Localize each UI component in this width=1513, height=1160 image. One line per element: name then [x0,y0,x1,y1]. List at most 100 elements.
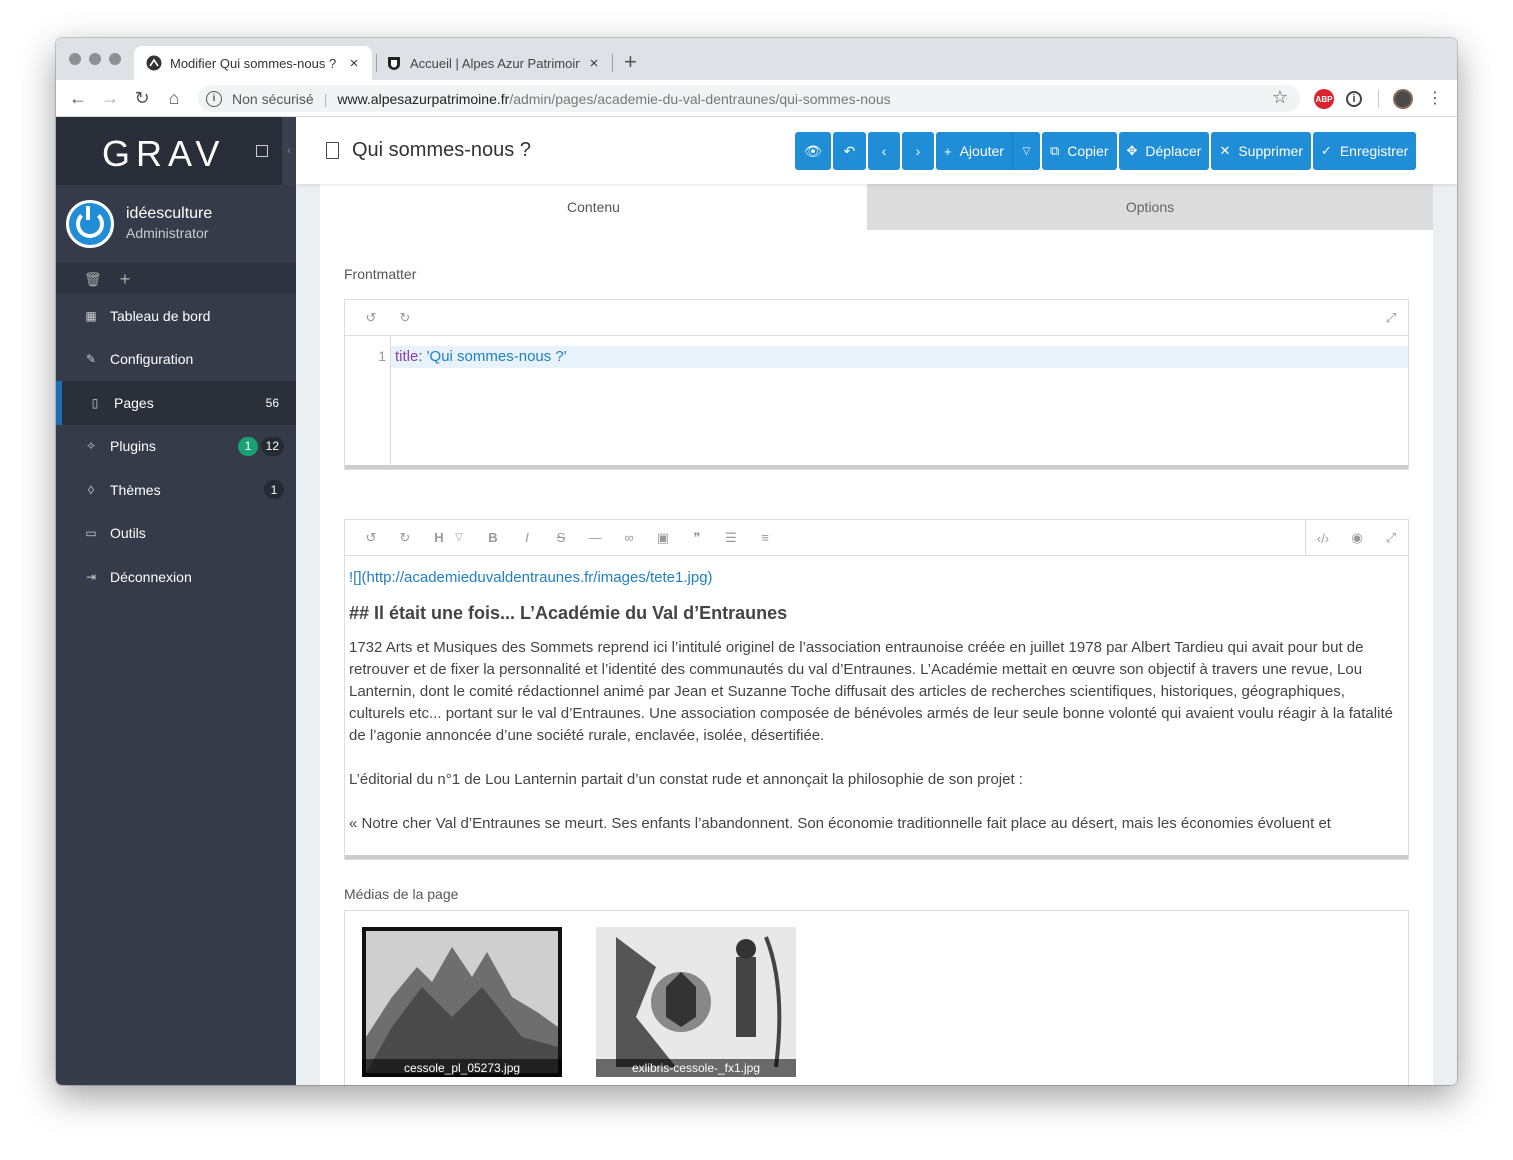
sign-out-icon: ⇥ [85,569,97,584]
reload-icon[interactable]: ↻ [130,86,154,110]
delete-button-label: Supprimer [1238,143,1303,159]
unordered-list-icon[interactable]: ☰ [723,530,739,546]
tab-options[interactable]: Options [867,184,1433,230]
url-divider: | [323,90,328,107]
previous-page-button[interactable]: ‹ [868,132,900,170]
external-link-icon[interactable] [256,145,268,157]
preview-button[interactable]: 👁 [795,132,831,170]
sidebar-item-label: Configuration [110,351,194,368]
media-thumbnail[interactable]: cessole_pl_05273.jpg [362,927,562,1077]
sidebar-item-tools[interactable]: ▭ Outils [56,512,296,556]
sidebar-item-configuration[interactable]: ✎ Configuration [56,338,296,382]
close-tab-icon[interactable]: × [346,55,362,72]
main-content: Qui sommes-nous ? 👁 ↶ ‹ › + Ajouter ▽ ⧉ Co… [296,117,1457,1085]
plus-icon: + [944,143,952,159]
home-icon[interactable]: ⌂ [162,86,186,110]
move-button-label: Déplacer [1145,143,1202,159]
close-tab-icon[interactable]: × [586,55,602,72]
user-name: idéesculture [126,205,213,222]
browser-tab[interactable]: Accueil | Alpes Azur Patrimoine × [374,46,612,80]
editor-resize-bar[interactable] [345,855,1408,859]
media-filename: exlibris-cessole-_fx1.jpg [596,1059,796,1077]
close-window-button[interactable] [69,53,81,65]
wrench-icon: ✎ [85,352,97,367]
adblock-extension-icon[interactable]: ABP [1314,89,1334,109]
plug-icon: ✧ [85,439,97,454]
plugins-count-badge: 12 [260,436,284,456]
address-bar[interactable]: i Non sécurisé | www.alpesazurpatrimoine… [198,85,1300,112]
undo-icon[interactable]: ↺ [363,530,379,546]
plus-icon[interactable]: + [120,269,131,290]
minimize-window-button[interactable] [89,53,101,65]
back-button[interactable]: ↶ [833,132,866,170]
markdown-editor[interactable]: ↺ ↻ H ▽ B I S — ∞ ▣ ❞ ☰ ≡ ‹/› ◉ ⤢ ![](ht… [344,519,1409,860]
add-button[interactable]: + Ajouter [936,132,1012,170]
user-profile[interactable]: idéesculture Administrator [56,185,296,264]
page-media-list: cessole_pl_05273.jpg exlibris-cessole-_f… [344,910,1409,1085]
page-action-buttons: 👁 ↶ ‹ › + Ajouter ▽ ⧉ Copier ✥ Déplacer ✕ Su… [795,132,1418,170]
file-icon: ▯ [91,395,99,410]
security-label: Non sécurisé [232,90,314,107]
image-icon[interactable]: ▣ [655,530,671,546]
quote-icon[interactable]: ❞ [689,530,705,546]
tab-title: Modifier Qui sommes-nous ? | [170,55,340,71]
mountain-photo [362,927,562,1077]
add-dropdown-button[interactable]: ▽ [1011,132,1040,170]
sidebar-item-dashboard[interactable]: ▦ Tableau de bord [56,294,296,338]
horizontal-rule-icon[interactable]: — [587,530,603,545]
browser-tab-active[interactable]: Modifier Qui sommes-nous ? | × [134,46,372,80]
new-tab-button[interactable]: + [624,49,637,75]
undo-icon[interactable]: ↺ [363,310,379,326]
power-icon [76,206,104,238]
sidebar-collapse-handle[interactable]: ‹ [282,117,296,185]
zoom-window-button[interactable] [109,53,121,65]
preview-eye-icon[interactable]: ◉ [1349,530,1365,546]
sidebar-item-themes[interactable]: ◊ Thèmes 1 [56,468,296,512]
delete-button[interactable]: ✕ Supprimer [1211,132,1311,170]
grav-favicon-icon [146,55,162,71]
markdown-toolbar: ↺ ↻ H ▽ B I S — ∞ ▣ ❞ ☰ ≡ ‹/› ◉ ⤢ [345,520,1408,556]
tab-title: Accueil | Alpes Azur Patrimoine [410,55,580,71]
browser-menu-icon[interactable]: ⋮ [1423,86,1447,110]
frontmatter-line[interactable]: title: 'Qui sommes-nous ?' [391,346,1408,368]
browser-window: Modifier Qui sommes-nous ? | × Accueil |… [56,38,1457,1085]
italic-icon[interactable]: I [519,530,535,545]
frontmatter-editor[interactable]: ↺ ↻ ⤢ 1 title: 'Qui sommes-nous ?' [344,299,1409,470]
trash-icon[interactable]: 🗑 [84,271,102,288]
markdown-content[interactable]: ![](http://academieduvaldentraunes.fr/im… [345,556,1408,835]
redo-icon[interactable]: ↻ [397,310,413,326]
sidebar-item-label: Déconnexion [110,568,192,585]
profile-avatar[interactable] [1393,89,1413,109]
eye-icon: 👁 [804,142,822,159]
fullscreen-icon[interactable]: ⤢ [1383,530,1399,546]
ordered-list-icon[interactable]: ≡ [757,530,773,545]
bookmark-star-icon[interactable]: ☆ [1272,87,1288,108]
bold-icon[interactable]: B [485,530,501,545]
link-icon[interactable]: ∞ [621,530,637,545]
sidebar-item-plugins[interactable]: ✧ Plugins 1 12 [56,425,296,469]
move-button[interactable]: ✥ Déplacer [1118,132,1210,170]
tab-contenu[interactable]: Contenu [320,184,867,230]
extension-info-icon[interactable]: i [1346,91,1362,107]
back-arrow-icon[interactable]: ← [66,86,90,110]
themes-count-badge: 1 [264,480,284,499]
sidebar-item-logout[interactable]: ⇥ Déconnexion [56,555,296,599]
redo-icon[interactable]: ↻ [397,530,413,546]
grav-logo[interactable]: GRAV [102,133,225,175]
fullscreen-icon[interactable]: ⤢ [1383,310,1399,326]
pages-count-badge: 56 [265,395,279,410]
info-icon[interactable]: i [206,90,222,107]
media-thumbnail[interactable]: exlibris-cessole-_fx1.jpg [596,927,796,1077]
copy-button[interactable]: ⧉ Copier [1041,132,1117,170]
chevron-down-icon[interactable]: ▽ [451,532,467,543]
next-page-button[interactable]: › [902,132,934,170]
save-button[interactable]: ✓ Enregistrer [1312,132,1417,170]
heading-icon[interactable]: H [431,530,447,545]
code-icon[interactable]: ‹/› [1315,531,1331,546]
strikethrough-icon[interactable]: S [553,530,569,545]
sidebar-item-label: Pages [114,394,154,411]
sidebar-item-pages[interactable]: ▯ Pages 56 [56,381,296,425]
editor-resize-bar[interactable] [345,465,1408,469]
forward-arrow-icon[interactable]: → [98,86,122,110]
url-domain: www.alpesazurpatrimoine.fr [337,90,510,107]
